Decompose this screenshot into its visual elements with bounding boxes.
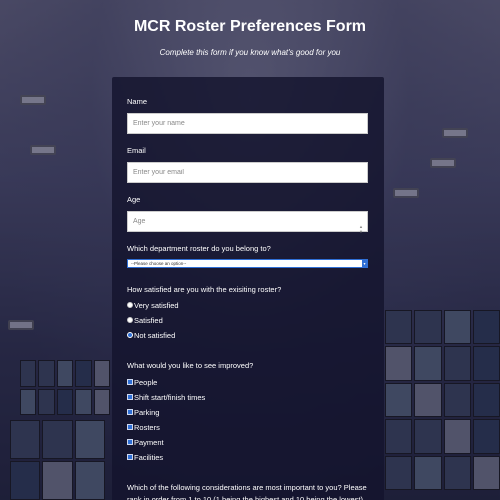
checkbox-checked-icon[interactable]	[127, 454, 133, 460]
checkbox-people[interactable]: People	[127, 377, 369, 387]
checkbox-label: Shift start/finish times	[134, 392, 206, 402]
checkbox-rosters[interactable]: Rosters	[127, 422, 369, 432]
page-subtitle: Complete this form if you know what's go…	[159, 48, 341, 57]
chevron-down-icon: ▾	[362, 260, 367, 267]
name-label: Name	[127, 97, 148, 106]
email-input[interactable]	[127, 162, 368, 183]
radio-label: Not satisfied	[134, 330, 176, 340]
stepper-arrows-icon[interactable]: ▲ ▼	[359, 218, 363, 239]
department-selected-value: --Please choose an option--	[131, 261, 187, 266]
satisfaction-question: How satisfied are you with the exisiting…	[127, 285, 282, 294]
checkbox-checked-icon[interactable]	[127, 394, 133, 400]
radio-icon[interactable]	[127, 317, 133, 323]
age-label: Age	[127, 195, 141, 204]
checkbox-label: Rosters	[134, 422, 160, 432]
checkbox-label: Payment	[134, 437, 164, 447]
radio-satisfied[interactable]: Satisfied	[127, 315, 369, 325]
department-select[interactable]: --Please choose an option-- ▾	[127, 259, 368, 268]
checkbox-label: Facilities	[134, 452, 164, 462]
header: MCR Roster Preferences Form Complete thi…	[0, 0, 500, 57]
page-title: MCR Roster Preferences Form	[133, 18, 367, 35]
radio-checked-icon[interactable]	[127, 332, 133, 338]
radio-label: Satisfied	[134, 315, 163, 325]
radio-very-satisfied[interactable]: Very satisfied	[127, 300, 369, 310]
checkbox-payment[interactable]: Payment	[127, 437, 369, 447]
checkbox-checked-icon[interactable]	[127, 379, 133, 385]
name-input[interactable]	[127, 113, 368, 134]
age-field-wrapper: ▲▼	[127, 211, 369, 234]
checkbox-label: People	[134, 377, 158, 387]
radio-label: Very satisfied	[134, 300, 179, 310]
checkbox-label: Parking	[134, 407, 160, 417]
department-label: Which department roster do you belong to…	[127, 244, 271, 253]
ranking-question: Which of the following considerations ar…	[127, 483, 367, 500]
survey-form: Name Email Age ▲▼ Which department roste…	[112, 77, 384, 500]
checkbox-shift-times[interactable]: Shift start/finish times	[127, 392, 369, 402]
improvements-section: What would you like to see improved? Peo…	[127, 361, 369, 462]
checkbox-parking[interactable]: Parking	[127, 407, 369, 417]
satisfaction-section: How satisfied are you with the exisiting…	[127, 285, 369, 340]
radio-icon[interactable]	[127, 302, 133, 308]
checkbox-facilities[interactable]: Facilities	[127, 452, 369, 462]
improvements-question: What would you like to see improved?	[127, 361, 254, 370]
checkbox-checked-icon[interactable]	[127, 424, 133, 430]
radio-not-satisfied[interactable]: Not satisfied	[127, 330, 369, 340]
age-input[interactable]	[127, 211, 368, 232]
checkbox-checked-icon[interactable]	[127, 439, 133, 445]
email-label: Email	[127, 146, 146, 155]
checkbox-checked-icon[interactable]	[127, 409, 133, 415]
